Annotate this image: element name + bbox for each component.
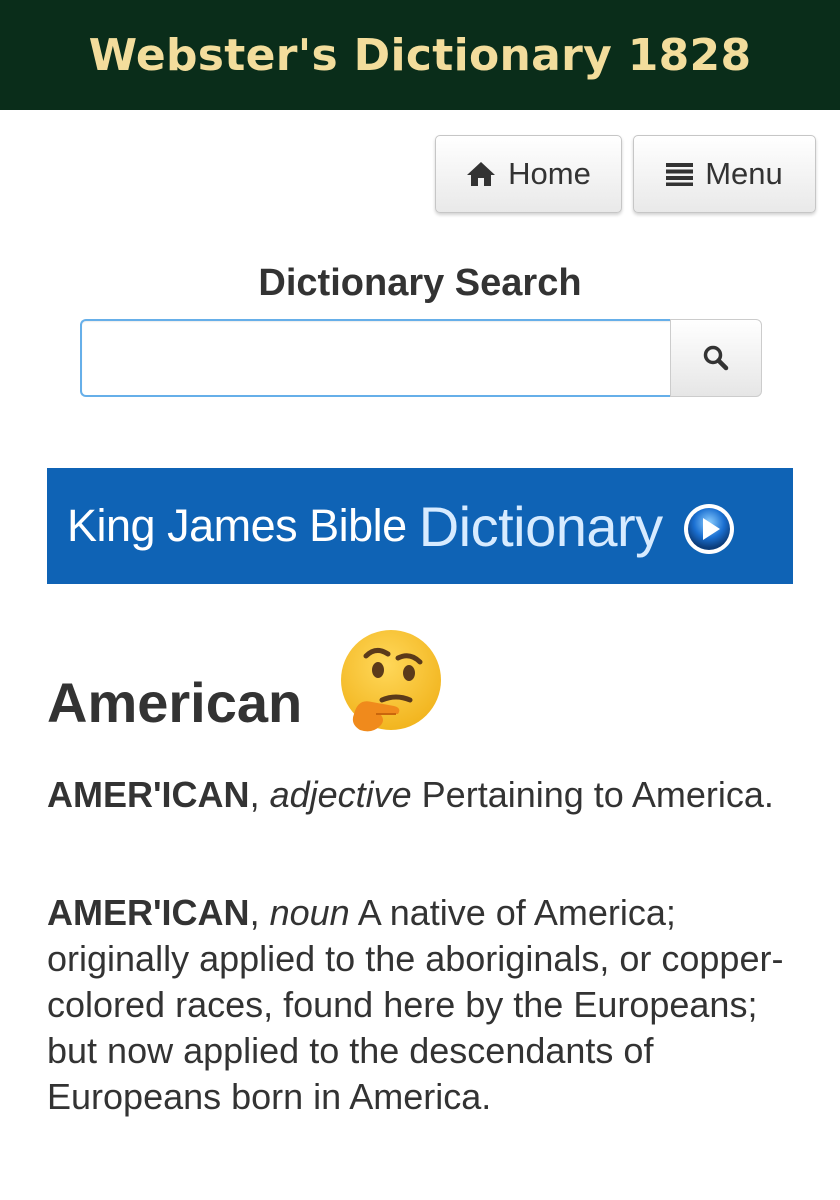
entry-title: American [47,671,303,734]
thinking-face-emoji [341,630,441,732]
play-arrow-circle-icon [683,504,734,554]
menu-button-label: Menu [705,156,783,191]
definition-1: AMER'ICAN, adjective Pertaining to Ameri… [47,772,787,818]
definition-2-separator: , [249,892,270,933]
search-button[interactable] [670,319,762,397]
site-title[interactable]: Webster's Dictionary 1828 [89,30,752,81]
home-button[interactable]: Home [435,135,622,213]
definition-1-part-of-speech: adjective [269,774,412,815]
search-icon [703,345,729,371]
definition-2-part-of-speech: noun [269,892,350,933]
page: Webster's Dictionary 1828 Home Menu Dict… [0,0,840,1200]
search-input[interactable] [80,319,672,397]
site-header: Webster's Dictionary 1828 [0,0,840,110]
hamburger-menu-icon [666,163,694,186]
menu-button[interactable]: Menu [633,135,816,213]
home-icon [467,162,496,186]
kjv-dictionary-banner[interactable]: King James Bible Dictionary [47,468,793,584]
search-heading: Dictionary Search [258,262,582,304]
definition-1-word: AMER'ICAN [47,774,250,815]
banner-text-strong: King James Bible [67,500,407,551]
definition-1-separator: , [249,774,270,815]
definition-1-text: Pertaining to America. [411,774,774,815]
banner-text-light: Dictionary [418,494,663,558]
home-button-label: Home [508,156,591,191]
definition-2-word: AMER'ICAN [47,892,250,933]
definition-2: AMER'ICAN, noun A native of America; ori… [47,890,787,1120]
